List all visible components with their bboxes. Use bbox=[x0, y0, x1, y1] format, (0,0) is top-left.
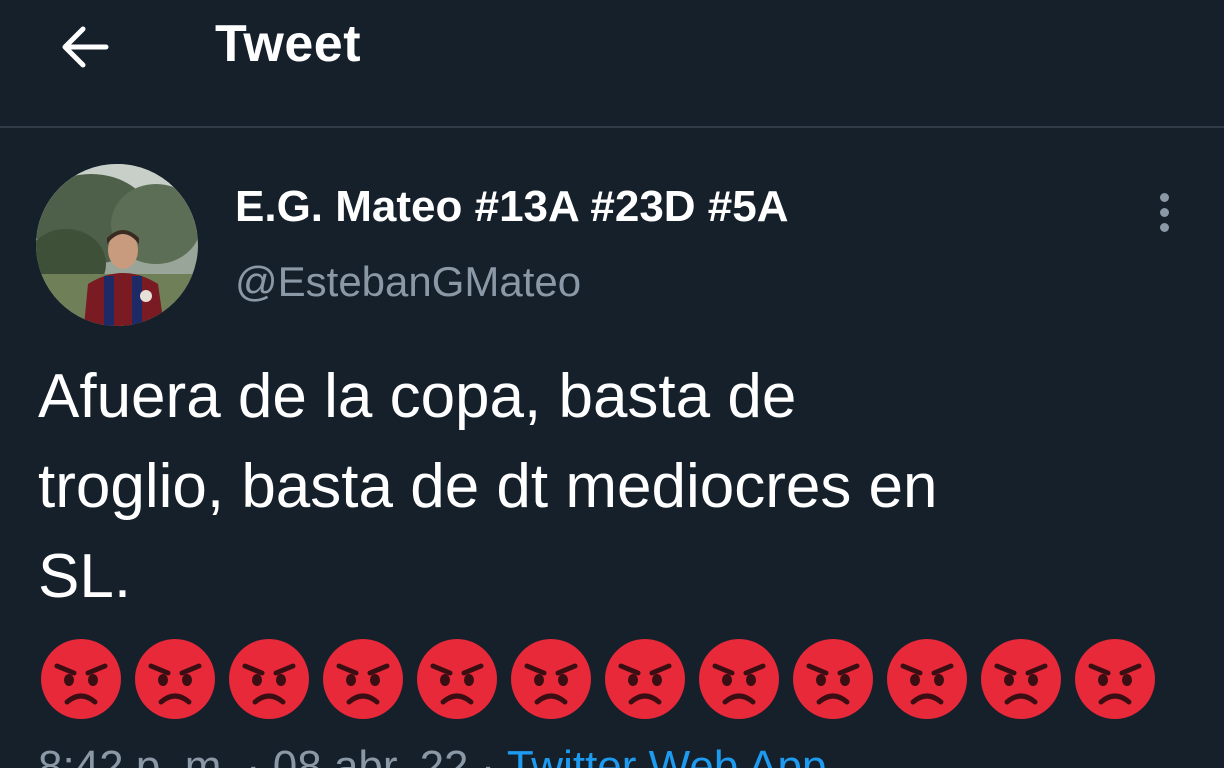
emoji-row bbox=[40, 638, 1156, 720]
pouting-face-icon bbox=[135, 639, 215, 719]
meta-separator: · bbox=[480, 742, 496, 768]
header-divider bbox=[0, 126, 1224, 128]
tweet-date[interactable]: 08 abr. 22 bbox=[273, 742, 469, 768]
tweet-metadata: 8:42 p. m. · 08 abr. 22 · Twitter Web Ap… bbox=[38, 742, 826, 768]
pouting-face-icon bbox=[1075, 639, 1155, 719]
top-app-bar: Tweet bbox=[0, 0, 1224, 126]
pouting-face-icon bbox=[511, 639, 591, 719]
more-options-button[interactable] bbox=[1146, 188, 1182, 236]
pouting-face-icon bbox=[981, 639, 1061, 719]
back-button[interactable] bbox=[52, 18, 116, 76]
page-title: Tweet bbox=[215, 15, 362, 73]
pouting-face-icon bbox=[323, 639, 403, 719]
author-display-name[interactable]: E.G. Mateo #13A #23D #5A bbox=[235, 182, 789, 232]
tweet-detail-page: Tweet E.G. Mateo #13A #23D #5A @EstebanG… bbox=[0, 0, 1224, 768]
avatar[interactable] bbox=[36, 164, 198, 326]
pouting-face-icon bbox=[41, 639, 121, 719]
more-vertical-icon-dot bbox=[1159, 222, 1169, 232]
tweet-time[interactable]: 8:42 p. m. bbox=[38, 742, 234, 768]
pouting-face-icon bbox=[229, 639, 309, 719]
pouting-face-icon bbox=[699, 639, 779, 719]
tweet-text: Afuera de la copa, basta de troglio, bas… bbox=[38, 362, 938, 611]
more-vertical-icon-dot bbox=[1159, 207, 1169, 217]
pouting-face-icon bbox=[887, 639, 967, 719]
more-vertical-icon bbox=[1159, 192, 1169, 202]
avatar-photo bbox=[36, 164, 198, 326]
pouting-face-icon bbox=[605, 639, 685, 719]
arrow-left-icon bbox=[62, 26, 109, 68]
pouting-face-icon bbox=[793, 639, 873, 719]
author-handle[interactable]: @EstebanGMateo bbox=[235, 258, 581, 306]
meta-separator: · bbox=[245, 742, 261, 768]
tweet-source-link[interactable]: Twitter Web App bbox=[507, 742, 827, 768]
pouting-face-icon bbox=[417, 639, 497, 719]
